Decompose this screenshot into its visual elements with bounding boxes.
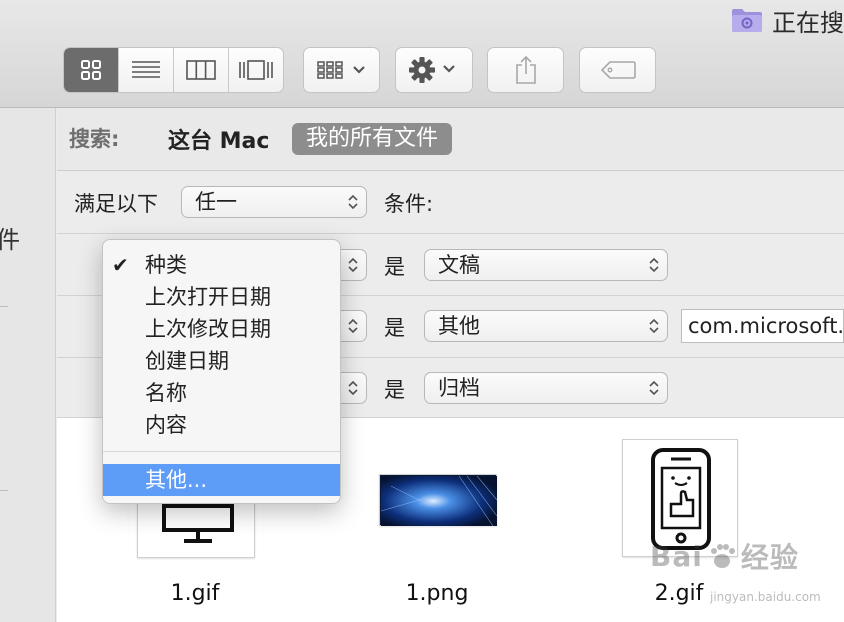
- up-down-arrows-icon: [348, 194, 358, 210]
- up-down-arrows-icon: [348, 257, 358, 273]
- menu-separator: [103, 451, 340, 452]
- image-thumbnail-icon: [381, 476, 497, 526]
- match-any-all-popup[interactable]: 任一: [181, 186, 367, 218]
- kind-value-popup[interactable]: 文稿: [424, 249, 668, 281]
- arrange-button[interactable]: [303, 47, 380, 93]
- window-title: 正在搜: [731, 4, 844, 37]
- menu-item-contents[interactable]: 内容: [103, 409, 340, 441]
- file-name: 1.gif: [170, 581, 220, 606]
- match-label: 满足以下: [74, 192, 158, 216]
- icon-view-button[interactable]: [64, 48, 118, 92]
- kind-value-popup[interactable]: 其他: [424, 310, 668, 342]
- gear-icon: [409, 57, 455, 83]
- share-icon: [515, 55, 536, 84]
- menu-item-label: 种类: [145, 253, 187, 277]
- tag-icon: [600, 61, 636, 79]
- menu-item-label: 创建日期: [145, 349, 229, 373]
- sidebar-divider: [0, 490, 8, 491]
- kind-value-popup[interactable]: 归档: [424, 372, 668, 404]
- watermark-brand: Bai: [650, 539, 703, 573]
- operator-label: 是: [384, 316, 405, 340]
- window-title-text: 正在搜: [772, 8, 844, 37]
- menu-item-label: 内容: [145, 413, 187, 437]
- up-down-arrows-icon: [649, 380, 659, 396]
- toolbar: 正在搜: [0, 0, 844, 108]
- menu-item-label: 上次修改日期: [145, 317, 271, 341]
- menu-item-other[interactable]: 其他...: [103, 464, 340, 496]
- paw-logo-icon: [710, 544, 735, 568]
- attribute-dropdown-menu: ✔ 种类 上次打开日期 上次修改日期 创建日期 名称 内容 其他...: [102, 239, 341, 504]
- scope-this-mac[interactable]: 这台 Mac: [168, 123, 269, 155]
- arrange-grid-icon: [316, 61, 365, 79]
- smart-folder-icon: [731, 7, 763, 33]
- popup-value: 其他: [438, 314, 480, 338]
- up-down-arrows-icon: [649, 257, 659, 273]
- cover-flow-icon: [239, 60, 273, 80]
- sidebar-item-label[interactable]: 件: [0, 220, 20, 255]
- view-mode-segmented-control: [63, 47, 284, 93]
- up-down-arrows-icon: [649, 318, 659, 334]
- popup-value: 归档: [438, 376, 480, 400]
- operator-label: 是: [384, 255, 405, 279]
- share-button[interactable]: [487, 47, 564, 93]
- file-thumbnail: [379, 474, 497, 526]
- menu-item-last-opened[interactable]: 上次打开日期: [103, 281, 340, 313]
- menu-item-label: 上次打开日期: [145, 285, 271, 309]
- uti-text-field[interactable]: com.microsoft.: [681, 309, 844, 343]
- tag-button[interactable]: [579, 47, 656, 93]
- sidebar-divider: [0, 306, 8, 307]
- sidebar: 件: [0, 108, 56, 622]
- conditions-label: 条件:: [384, 192, 434, 216]
- match-criteria-row: 满足以下 任一 条件:: [57, 171, 844, 234]
- column-view-button[interactable]: [173, 48, 228, 92]
- menu-item-kind[interactable]: ✔ 种类: [103, 249, 340, 281]
- menu-item-last-modified[interactable]: 上次修改日期: [103, 313, 340, 345]
- columns-icon: [186, 60, 216, 80]
- list-view-button[interactable]: [118, 48, 173, 92]
- action-button[interactable]: [395, 47, 473, 93]
- up-down-arrows-icon: [348, 380, 358, 396]
- operator-label: 是: [384, 378, 405, 402]
- icon-grid-icon: [81, 60, 101, 80]
- watermark-url: jingyan.baidu.com: [710, 590, 821, 604]
- watermark: Bai 经验 jingyan.baidu.com: [650, 528, 821, 605]
- gallery-view-button[interactable]: [228, 48, 283, 92]
- scope-label: 搜索:: [69, 127, 120, 151]
- menu-item-label: 名称: [145, 381, 187, 405]
- checkmark-icon: ✔: [112, 253, 129, 277]
- watermark-brand-suffix: 经验: [740, 541, 799, 574]
- menu-item-created[interactable]: 创建日期: [103, 345, 340, 377]
- popup-value: 文稿: [438, 253, 480, 277]
- file-name: 1.png: [405, 581, 469, 606]
- popup-value: 任一: [195, 190, 237, 214]
- menu-item-name[interactable]: 名称: [103, 377, 340, 409]
- search-scope-bar: 搜索: 这台 Mac 我的所有文件: [57, 108, 844, 171]
- menu-item-label: 其他...: [145, 468, 208, 492]
- list-lines-icon: [132, 61, 160, 78]
- scope-all-my-files[interactable]: 我的所有文件: [292, 123, 453, 155]
- up-down-arrows-icon: [348, 318, 358, 334]
